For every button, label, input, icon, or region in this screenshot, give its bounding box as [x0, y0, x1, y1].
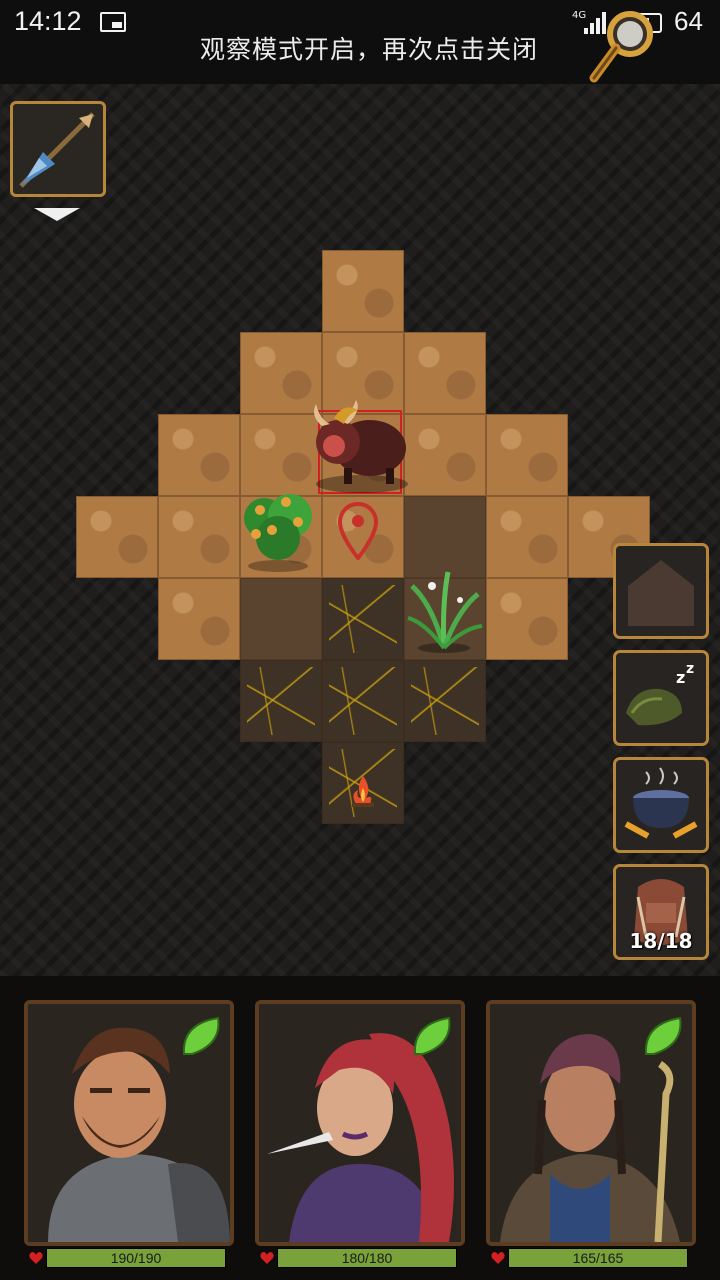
build-button[interactable]: [613, 543, 709, 639]
map-tile[interactable]: [404, 660, 486, 742]
hp-row-rogue: 180/180: [255, 1246, 465, 1272]
map-tile[interactable]: [486, 414, 568, 496]
campfire-icon[interactable]: [348, 774, 378, 808]
hp-bar: 190/190: [46, 1248, 226, 1268]
hp-bar: 180/180: [277, 1248, 457, 1268]
spear-icon: [19, 112, 95, 188]
map-tile[interactable]: [240, 578, 322, 660]
map-tile[interactable]: [486, 578, 568, 660]
hp-text: 180/180: [341, 1250, 393, 1266]
inventory-count: 18/18: [629, 929, 693, 953]
fruit-bush[interactable]: [236, 488, 320, 574]
backpack-button[interactable]: 18/18: [613, 864, 709, 960]
hut-icon: [628, 560, 694, 626]
leaf-icon: [644, 1016, 682, 1055]
svg-text:z: z: [686, 661, 694, 677]
location-pin-icon: [338, 502, 378, 560]
sleep-button[interactable]: z z: [613, 650, 709, 746]
bison-enemy[interactable]: [304, 396, 416, 496]
heart-icon: [29, 1252, 43, 1264]
hero-card-warrior[interactable]: [24, 1000, 234, 1246]
hero-card-rogue[interactable]: [255, 1000, 465, 1246]
picture-icon: [100, 12, 126, 32]
map-tile[interactable]: [158, 578, 240, 660]
chevron-down-icon[interactable]: [34, 208, 80, 221]
battery-level: 64: [674, 6, 703, 36]
heart-icon: [260, 1252, 274, 1264]
map-tile[interactable]: [322, 660, 404, 742]
sleeping-bag-icon: z z: [626, 661, 694, 726]
herb-plant[interactable]: [402, 564, 486, 656]
weapon-slot[interactable]: [10, 101, 106, 197]
map-tile[interactable]: [240, 660, 322, 742]
hp-row-shaman: 165/165: [486, 1246, 696, 1272]
svg-text:z: z: [676, 668, 685, 687]
hp-text: 165/165: [572, 1250, 624, 1266]
hero-card-shaman[interactable]: [486, 1000, 696, 1246]
map-tile[interactable]: [486, 496, 568, 578]
observe-mode-banner: 观察模式开启，再次点击关闭: [200, 35, 539, 64]
clock: 14:12: [14, 6, 82, 36]
hp-bar: 165/165: [508, 1248, 688, 1268]
hp-row-warrior: 190/190: [24, 1246, 234, 1272]
map-tile[interactable]: [76, 496, 158, 578]
heart-icon: [491, 1252, 505, 1264]
game-map[interactable]: [0, 84, 720, 976]
status-bar: 14:12 观察模式开启，再次点击关闭 4G 64: [0, 0, 720, 84]
cook-button[interactable]: [613, 757, 709, 853]
map-tile[interactable]: [404, 414, 486, 496]
party-panel: 190/190 180/180 165/165: [0, 976, 720, 1280]
leaf-icon: [413, 1016, 451, 1055]
hp-text: 190/190: [110, 1250, 162, 1266]
leaf-icon: [182, 1016, 220, 1055]
map-tile[interactable]: [404, 332, 486, 414]
cooking-pot-icon: [624, 767, 698, 839]
map-tile[interactable]: [322, 578, 404, 660]
map-tile[interactable]: [158, 414, 240, 496]
magnifier-icon[interactable]: [584, 8, 670, 88]
map-tile[interactable]: [322, 250, 404, 332]
map-tile[interactable]: [158, 496, 240, 578]
